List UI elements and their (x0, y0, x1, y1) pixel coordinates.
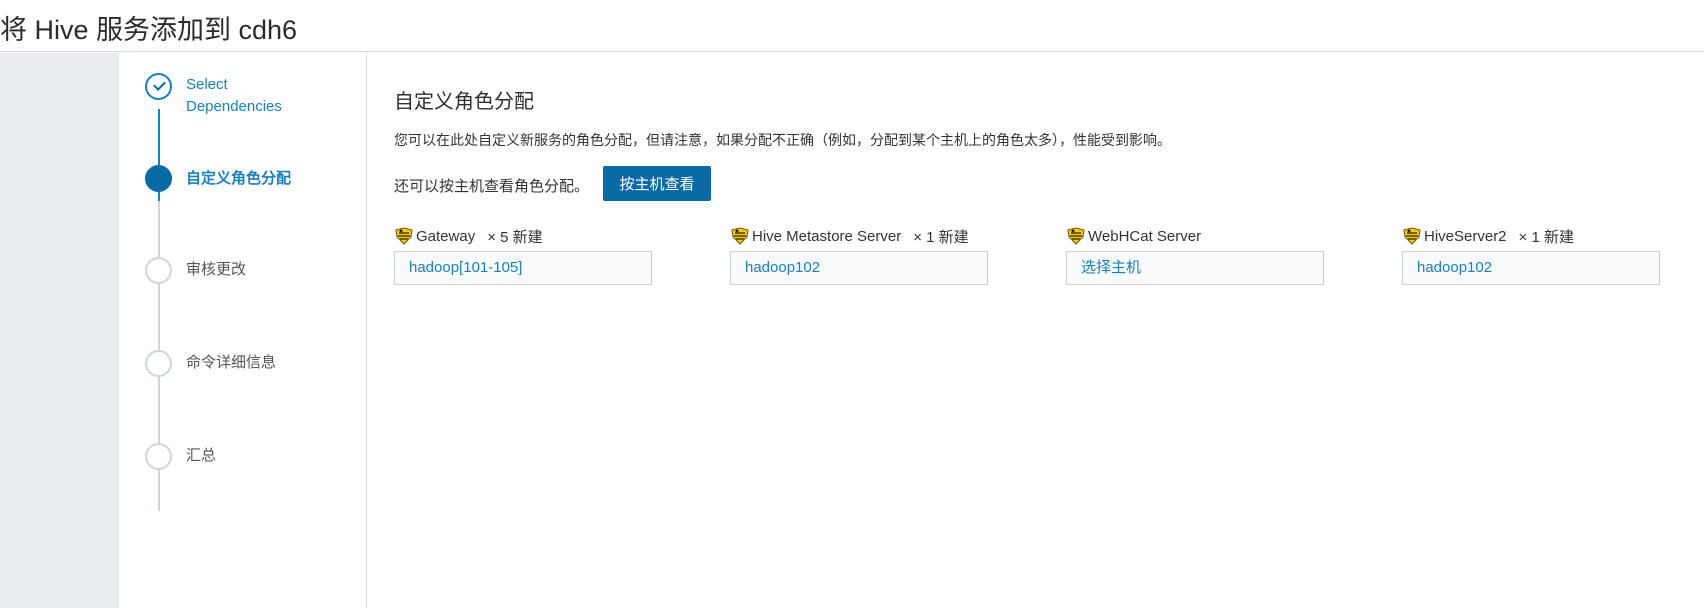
step-circle (145, 350, 172, 377)
role-hiveserver2: HiveServer2 × 1 新建 hadoop102 (1402, 225, 1660, 285)
hive-bee-icon (731, 227, 749, 245)
host-selector-hiveserver2[interactable]: hadoop102 (1402, 251, 1660, 285)
hive-bee-icon (1403, 227, 1421, 245)
role-name: Gateway (416, 227, 476, 245)
section-title: 自定义角色分配 (394, 91, 534, 113)
step-label: 命令详细信息 (186, 354, 277, 371)
view-by-host-text: 还可以按主机查看角色分配。 (394, 178, 590, 195)
role-name: Hive Metastore Server (752, 227, 902, 245)
section-description: 您可以在此处自定义新服务的角色分配，但请注意，如果分配不正确（例如，分配到某个主… (394, 132, 1171, 148)
left-rail (0, 53, 119, 608)
page-header: 将 Hive 服务添加到 cdh6 (0, 0, 1704, 52)
role-hive-metastore-server: Hive Metastore Server × 1 新建 hadoop102 (730, 225, 988, 285)
role-header: Gateway × 5 新建 (394, 225, 652, 247)
role-count: × 1 新建 (1518, 228, 1574, 246)
page-title: 将 Hive 服务添加到 cdh6 (0, 15, 298, 45)
main-content: 自定义角色分配 您可以在此处自定义新服务的角色分配，但请注意，如果分配不正确（例… (368, 53, 1704, 608)
step-circle (145, 165, 172, 192)
hive-bee-icon (1067, 227, 1085, 245)
host-selector-hive-metastore-server[interactable]: hadoop102 (730, 251, 988, 285)
step-label: Select Dependencies (186, 76, 282, 115)
step-circle (145, 73, 172, 100)
role-count: × 1 新建 (913, 228, 969, 246)
host-selector-gateway[interactable]: hadoop[101-105] (394, 251, 652, 285)
role-header: HiveServer2 × 1 新建 (1402, 225, 1660, 247)
step-label: 审核更改 (186, 261, 247, 278)
step-label: 汇总 (186, 447, 217, 464)
check-icon (153, 78, 166, 91)
view-by-host-button[interactable]: 按主机查看 (603, 166, 711, 201)
host-selector-webhcat-server[interactable]: 选择主机 (1066, 251, 1324, 285)
role-gateway: Gateway × 5 新建 hadoop[101-105] (394, 225, 652, 285)
role-name: HiveServer2 (1424, 227, 1507, 245)
step-circle (145, 257, 172, 284)
role-webhcat-server: WebHCat Server 选择主机 (1066, 225, 1324, 285)
step-circle (145, 443, 172, 470)
role-header: WebHCat Server (1066, 225, 1324, 247)
wizard-steps: Select Dependencies 自定义角色分配 审核更改 命令详细信息 … (119, 53, 367, 608)
role-count: × 5 新建 (487, 228, 543, 246)
step-label: 自定义角色分配 (186, 170, 292, 187)
hive-bee-icon (395, 227, 413, 245)
role-name: WebHCat Server (1088, 227, 1202, 245)
role-header: Hive Metastore Server × 1 新建 (730, 225, 988, 247)
